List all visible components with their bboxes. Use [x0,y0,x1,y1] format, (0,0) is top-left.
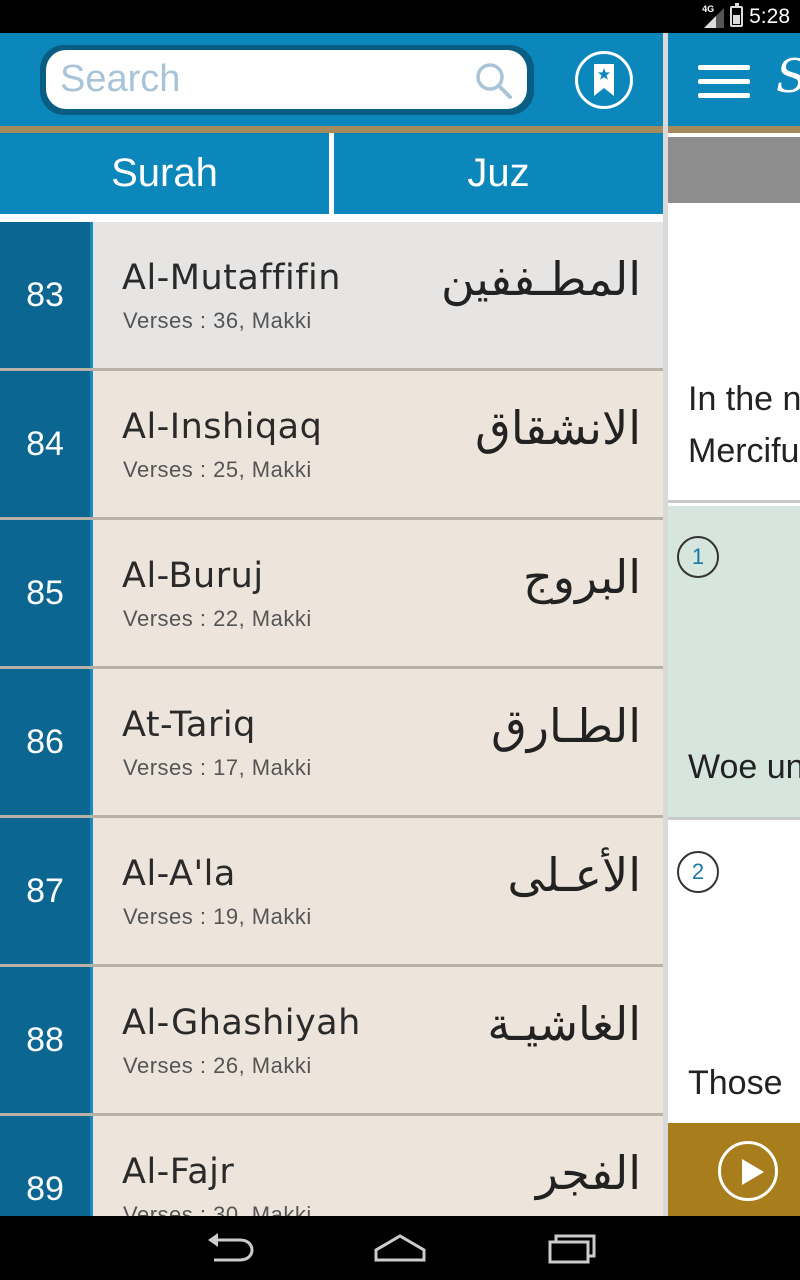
surah-arabic-name: الغاشيـة [487,997,641,1051]
verse-number-badge: 2 [677,851,719,893]
surah-name: Al-Mutaffifin [122,258,341,298]
surah-name: Al-Fajr [122,1152,235,1192]
recent-apps-icon[interactable] [542,1230,602,1266]
surah-meta: Verses : 36, Makki [123,308,312,333]
surah-name: Al-Ghashiyah [122,1003,361,1043]
bismillah-line: In the n [688,380,800,418]
surah-list: 83 Al-Mutaffifin Verses : 36, Makki المط… [0,222,663,1216]
surah-number: 89 [0,1116,93,1216]
cellular-signal-icon: 4G [702,3,725,28]
network-type-label: 4G [702,3,715,14]
bismillah-line: Mercifu [688,432,800,470]
home-icon[interactable] [370,1230,430,1266]
surah-number: 84 [0,371,93,517]
search-box [40,45,534,115]
tab-surah[interactable]: Surah [0,133,329,214]
audio-player-bar [668,1123,800,1216]
surah-meta: Verses : 25, Makki [123,457,312,482]
surah-meta: Verses : 26, Makki [123,1053,312,1078]
surah-number: 87 [0,818,93,964]
surah-number: 86 [0,669,93,815]
surah-arabic-name: الفجر [535,1146,641,1200]
surah-name: Al-Buruj [122,556,264,596]
surah-row-83[interactable]: 83 Al-Mutaffifin Verses : 36, Makki المط… [0,222,663,371]
toolbar-accent-line [0,126,663,133]
surah-arabic-name: الطـارق [491,699,641,753]
verse-item[interactable]: 1 Woe un [668,506,800,820]
surah-row-87[interactable]: 87 Al-A'la Verses : 19, Makki الأعـلى [0,818,663,967]
reader-subheader [668,137,800,203]
reader-toolbar: S [668,33,800,126]
surah-meta: Verses : 30, Makki [123,1202,312,1216]
surah-number: 83 [0,222,93,368]
surah-meta: Verses : 22, Makki [123,606,312,631]
tab-underline [0,214,663,222]
list-toolbar [0,33,663,126]
surah-arabic-name: الأعـلى [507,848,641,902]
play-icon[interactable] [718,1141,778,1201]
verse-item[interactable]: 2 Those [668,823,800,1123]
surah-number: 85 [0,520,93,666]
search-icon[interactable] [474,61,514,101]
surah-name: At-Tariq [122,705,256,745]
verse-translation: Woe un [688,748,800,786]
list-tabs: Surah Juz [0,133,663,214]
verse-translation: Those [688,1064,783,1102]
reader-panel: S In the n Mercifu 1 Woe un 2 Those [668,33,800,1216]
verse-number-badge: 1 [677,536,719,578]
status-bar: 4G 5:28 [0,0,800,33]
surah-row-84[interactable]: 84 Al-Inshiqaq Verses : 25, Makki الانشق… [0,371,663,520]
surah-name: Al-A'la [122,854,236,894]
surah-number: 88 [0,967,93,1113]
surah-row-86[interactable]: 86 At-Tariq Verses : 17, Makki الطـارق [0,669,663,818]
status-icons: 4G 5:28 [702,3,790,29]
search-input[interactable] [46,50,527,109]
reader-accent-line [668,126,800,133]
reader-title: S [776,49,800,103]
clock: 5:28 [749,4,790,28]
surah-name: Al-Inshiqaq [122,407,323,447]
system-nav-bar [0,1216,800,1280]
surah-row-89[interactable]: 89 Al-Fajr Verses : 30, Makki الفجر [0,1116,663,1216]
surah-arabic-name: المطـففين [440,252,641,306]
tab-juz[interactable]: Juz [329,133,663,214]
surah-list-panel: Surah Juz 83 Al-Mutaffifin Verses : 36, … [0,33,663,1216]
surah-meta: Verses : 19, Makki [123,904,312,929]
bookmarks-button[interactable] [575,51,633,109]
bookmark-icon [594,64,614,96]
surah-row-88[interactable]: 88 Al-Ghashiyah Verses : 26, Makki الغاش… [0,967,663,1116]
surah-meta: Verses : 17, Makki [123,755,312,780]
menu-icon[interactable] [698,65,750,98]
surah-arabic-name: الانشقاق [475,401,641,455]
surah-arabic-name: البروج [523,550,641,604]
back-icon[interactable] [200,1230,260,1266]
battery-icon [730,3,744,27]
surah-row-85[interactable]: 85 Al-Buruj Verses : 22, Makki البروج [0,520,663,669]
app-screen: 4G 5:28 Search Surah Juz 83 Al-Mutaffifi… [0,0,800,1280]
bismillah-section: In the n Mercifu [668,203,800,503]
